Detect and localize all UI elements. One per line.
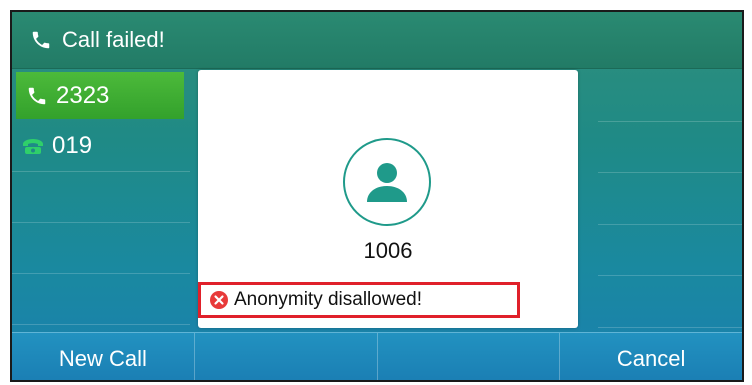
line-keys-column: 2323 019 [12, 70, 190, 328]
phone-handset-icon [28, 27, 54, 53]
softkey-bar: New Call Cancel [12, 332, 742, 380]
dss-key-empty[interactable] [598, 173, 742, 225]
line-key-empty[interactable] [12, 172, 190, 223]
page-title: Call failed! [62, 27, 165, 52]
phone-screen: Call failed! 2323 019 1006 Anonymity dis… [10, 10, 744, 382]
line-key-phone-icon [20, 133, 46, 159]
line-key-label: 2323 [56, 81, 110, 109]
error-text: Anonymity disallowed! [234, 289, 422, 310]
contact-number: 1006 [363, 238, 413, 263]
dss-keys-column [590, 70, 742, 328]
error-message-box: Anonymity disallowed! [198, 282, 520, 318]
line-key-019[interactable]: 019 [12, 121, 190, 172]
dss-key-empty[interactable] [598, 70, 742, 122]
error-x-icon [210, 291, 228, 309]
line-key-empty[interactable] [12, 223, 190, 274]
softkey-empty[interactable] [378, 333, 561, 380]
title-bar: Call failed! [12, 12, 742, 69]
line-key-2323[interactable]: 2323 [16, 72, 184, 119]
dss-key-empty[interactable] [598, 122, 742, 173]
call-info-card: 1006 Anonymity disallowed! [198, 70, 578, 328]
line-key-label: 019 [52, 132, 93, 159]
dss-key-empty[interactable] [598, 276, 742, 328]
cancel-softkey[interactable]: Cancel [560, 333, 742, 380]
softkey-empty[interactable] [195, 333, 378, 380]
new-call-softkey[interactable]: New Call [12, 333, 195, 380]
contact-avatar-icon [343, 138, 431, 226]
line-key-empty[interactable] [12, 274, 190, 325]
phone-handset-icon [24, 83, 50, 109]
dss-key-empty[interactable] [598, 225, 742, 276]
